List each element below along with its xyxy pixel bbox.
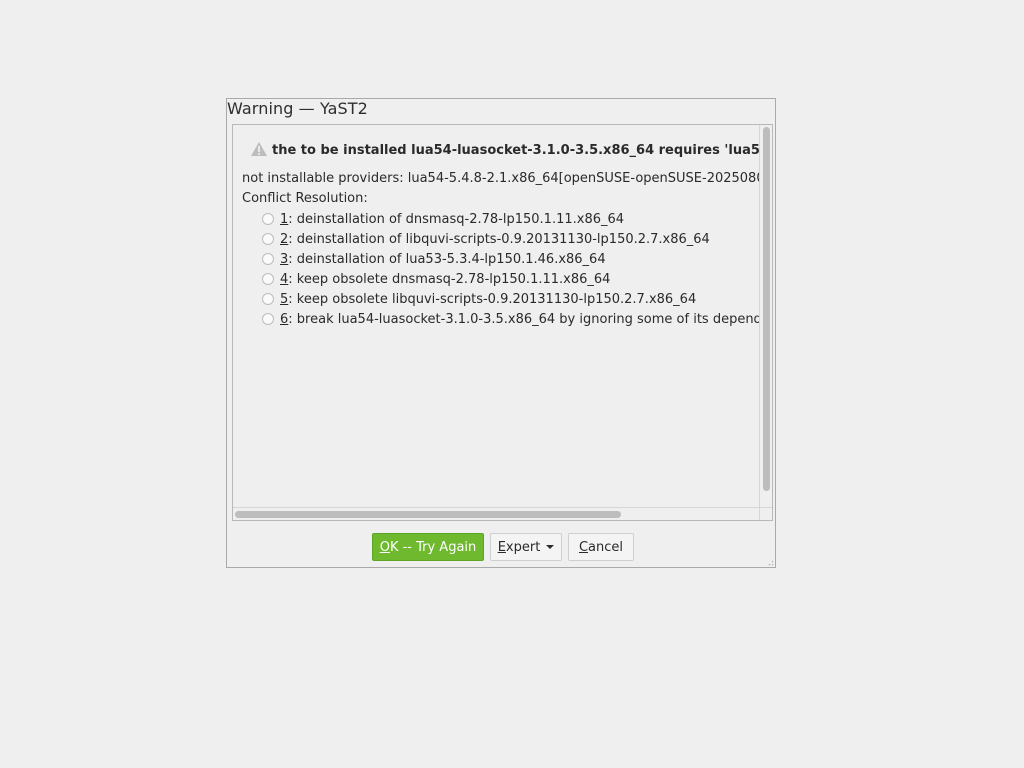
resolution-option-4[interactable]: 4: keep obsolete dnsmasq-2.78-lp150.1.11…: [262, 269, 760, 289]
expert-menu-button[interactable]: Expert: [490, 533, 562, 561]
resolution-option-2[interactable]: 2: deinstallation of libquvi-scripts-0.9…: [262, 229, 760, 249]
radio-button[interactable]: [262, 273, 274, 285]
option-number: 6: [280, 311, 289, 327]
conflict-content: the to be installed lua54-luasocket-3.1.…: [233, 125, 760, 508]
option-label: : keep obsolete libquvi-scripts-0.9.2013…: [288, 291, 697, 307]
conflict-resolution-label: Conflict Resolution:: [242, 191, 368, 206]
expert-mnemonic: E: [497, 540, 506, 555]
option-label: : keep obsolete dnsmasq-2.78-lp150.1.11.…: [288, 271, 611, 287]
radio-button[interactable]: [262, 213, 274, 225]
option-label: : break lua54-luasocket-3.1.0-3.5.x86_64…: [288, 311, 760, 327]
option-number: 3: [280, 251, 289, 267]
radio-button[interactable]: [262, 313, 274, 325]
dialog-title: Warning — YaST2: [227, 99, 368, 118]
option-label: : deinstallation of libquvi-scripts-0.9.…: [288, 231, 710, 247]
option-number: 5: [280, 291, 289, 307]
warning-triangle-icon: [251, 142, 267, 156]
resolution-options: 1: deinstallation of dnsmasq-2.78-lp150.…: [262, 209, 760, 329]
option-label: : deinstallation of dnsmasq-2.78-lp150.1…: [288, 211, 625, 227]
warning-message: the to be installed lua54-luasocket-3.1.…: [272, 143, 760, 158]
button-bar: OK -- Try Again Expert Cancel: [227, 533, 775, 561]
option-number: 1: [280, 211, 289, 227]
resolution-option-6[interactable]: 6: break lua54-luasocket-3.1.0-3.5.x86_6…: [262, 309, 760, 329]
horizontal-scrollbar[interactable]: [233, 507, 760, 520]
option-number: 4: [280, 271, 289, 287]
radio-button[interactable]: [262, 293, 274, 305]
resolution-option-1[interactable]: 1: deinstallation of dnsmasq-2.78-lp150.…: [262, 209, 760, 229]
warning-dialog: Warning — YaST2 the to be installed lua5…: [226, 98, 776, 568]
ok-try-again-button[interactable]: OK -- Try Again: [372, 533, 484, 561]
ok-mnemonic: O: [379, 540, 390, 555]
ok-label: K -- Try Again: [389, 540, 477, 555]
chevron-down-icon: [546, 545, 555, 549]
cancel-button[interactable]: Cancel: [568, 533, 634, 561]
option-label: : deinstallation of lua53-5.3.4-lp150.1.…: [288, 251, 606, 267]
expert-label: xpert: [505, 540, 541, 555]
cancel-mnemonic: C: [578, 540, 589, 555]
horizontal-scroll-thumb[interactable]: [235, 511, 621, 518]
radio-button[interactable]: [262, 253, 274, 265]
cancel-label: ancel: [588, 540, 624, 555]
warning-message-row: the to be installed lua54-luasocket-3.1.…: [250, 141, 760, 158]
resolution-option-3[interactable]: 3: deinstallation of lua53-5.3.4-lp150.1…: [262, 249, 760, 269]
resize-grip-icon[interactable]: [766, 558, 774, 566]
conflict-panel: the to be installed lua54-luasocket-3.1.…: [232, 124, 773, 521]
option-number: 2: [280, 231, 289, 247]
radio-button[interactable]: [262, 233, 274, 245]
scrollbar-corner: [759, 507, 772, 520]
providers-text: not installable providers: lua54-5.4.8-2…: [242, 171, 760, 186]
resolution-option-5[interactable]: 5: keep obsolete libquvi-scripts-0.9.201…: [262, 289, 760, 309]
vertical-scrollbar[interactable]: [759, 125, 772, 508]
vertical-scroll-thumb[interactable]: [763, 127, 770, 491]
